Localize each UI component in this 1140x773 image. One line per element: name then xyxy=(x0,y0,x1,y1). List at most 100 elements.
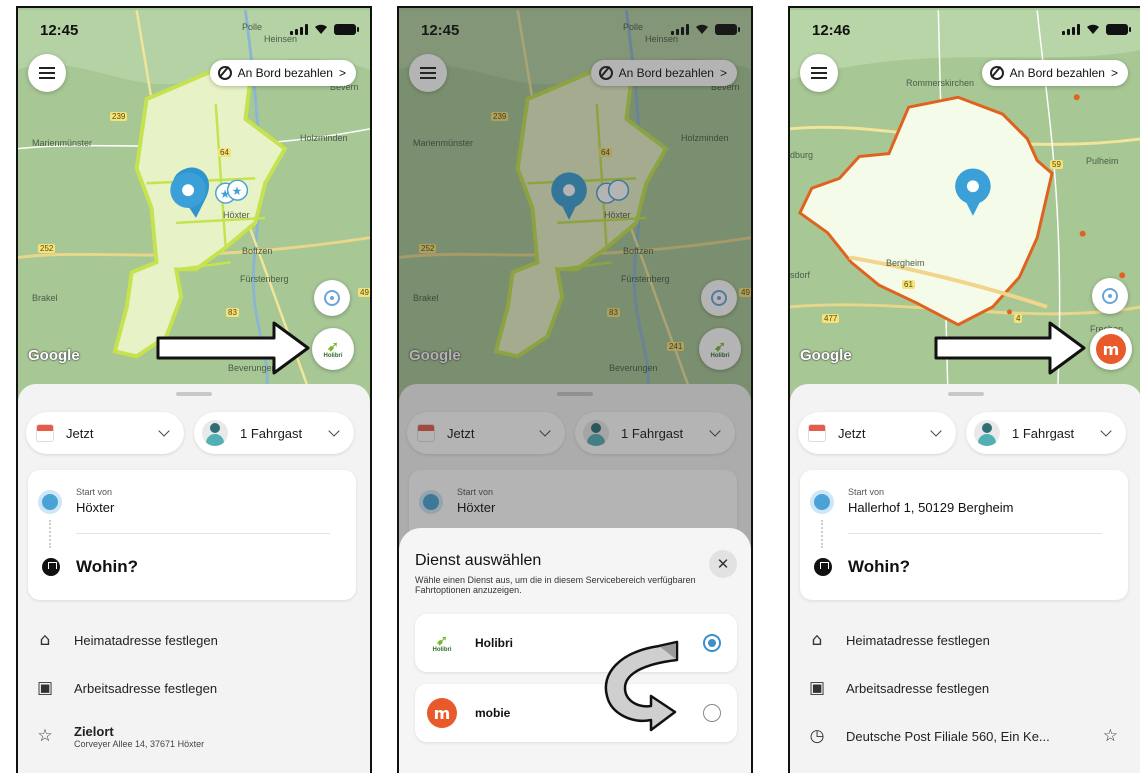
recent-destination[interactable]: ◷ Deutsche Post Filiale 560, Ein Ke... ☆ xyxy=(808,721,1128,751)
google-logo: Google xyxy=(28,347,80,364)
crosshair-icon xyxy=(324,290,340,306)
divider xyxy=(848,533,1102,534)
locate-me-button[interactable] xyxy=(1092,278,1128,314)
pay-onboard-button[interactable]: An Bord bezahlen > xyxy=(209,60,356,86)
row-label: Heimatadresse festlegen xyxy=(74,632,218,648)
dialog-description: Wähle einen Dienst aus, um die in diesem… xyxy=(415,575,696,596)
road-number: 239 xyxy=(110,112,128,121)
favorite-destination[interactable]: ☆ Zielort Corveyer Allee 14, 37671 Höxte… xyxy=(36,718,356,754)
road-number: 83 xyxy=(226,308,239,317)
start-caption: Start von xyxy=(76,487,113,497)
row-label: Arbeitsadresse festlegen xyxy=(846,680,990,696)
row-label: Deutsche Post Filiale 560, Ein Ke... xyxy=(846,728,1050,744)
status-bar: 12:45 xyxy=(40,22,359,42)
bottom-sheet: Jetzt 1 Fahrgast Start von Höxter Wohin?… xyxy=(18,384,370,773)
map-view[interactable]: Rommerskirchen Pulheim Bergheim Frechen … xyxy=(790,8,1140,408)
map-label: Boffzen xyxy=(242,246,273,256)
annotation-curved-arrow xyxy=(604,640,679,732)
status-time: 12:46 xyxy=(812,22,851,39)
home-icon: ⌂ xyxy=(811,630,823,650)
destination-field[interactable]: Wohin? xyxy=(848,557,910,577)
sheet-handle[interactable] xyxy=(948,392,984,396)
set-home-address[interactable]: ⌂ Heimatadresse festlegen xyxy=(808,625,1128,655)
bird-icon: ➹ xyxy=(327,338,339,354)
flag-icon xyxy=(814,558,832,576)
chevron-down-icon xyxy=(158,425,170,437)
when-selector[interactable]: Jetzt xyxy=(26,412,184,454)
passenger-selector[interactable]: 1 Fahrgast xyxy=(194,412,354,454)
bottom-sheet: Jetzt 1 Fahrgast Start von Hallerhof 1, … xyxy=(790,384,1140,773)
pay-label: An Bord bezahlen xyxy=(1009,66,1105,80)
close-icon: ✕ xyxy=(716,555,730,573)
clock-icon: ◷ xyxy=(809,726,825,746)
annotation-arrow xyxy=(934,321,1086,375)
battery-icon xyxy=(1106,24,1131,35)
screen-mobie-map: Rommerskirchen Pulheim Bergheim Frechen … xyxy=(788,6,1140,773)
row-label: Arbeitsadresse festlegen xyxy=(74,680,218,696)
map-label: Rommerskirchen xyxy=(906,78,975,88)
chevron-right-icon: > xyxy=(338,66,346,80)
chevron-down-icon xyxy=(328,425,340,437)
map-label: Holzminden xyxy=(300,133,348,143)
favorite-title: Zielort xyxy=(74,723,114,739)
road-number: 477 xyxy=(822,314,840,323)
holibri-logo: ➹ Holibri xyxy=(425,626,459,660)
crosshair-icon xyxy=(1102,288,1118,304)
briefcase-icon: ▣ xyxy=(808,678,826,698)
when-label: Jetzt xyxy=(838,425,866,441)
chevron-down-icon xyxy=(930,425,942,437)
passenger-selector[interactable]: 1 Fahrgast xyxy=(966,412,1126,454)
start-field[interactable]: Höxter xyxy=(76,500,114,515)
passenger-label: 1 Fahrgast xyxy=(1012,425,1075,441)
route-connector xyxy=(49,520,51,548)
google-logo: Google xyxy=(800,347,852,364)
sheet-handle[interactable] xyxy=(176,392,212,396)
menu-button[interactable] xyxy=(800,54,838,92)
mobie-logo-letter: m xyxy=(427,698,457,728)
pay-icon xyxy=(217,66,232,80)
road-number: 59 xyxy=(1050,160,1063,169)
hamburger-icon xyxy=(39,72,55,74)
menu-button[interactable] xyxy=(28,54,66,92)
service-picker-dialog: Dienst auswählen Wähle einen Dienst aus,… xyxy=(399,528,751,773)
close-button[interactable]: ✕ xyxy=(709,550,737,578)
map-label: Brakel xyxy=(32,293,58,303)
map-label: dburg xyxy=(790,150,814,160)
set-work-address[interactable]: ▣ Arbeitsadresse festlegen xyxy=(36,673,356,703)
locate-me-button[interactable] xyxy=(314,280,350,316)
service-select-button[interactable]: ➹ Holibri xyxy=(312,328,354,370)
signal-icon xyxy=(290,24,308,35)
pay-onboard-button[interactable]: An Bord bezahlen > xyxy=(981,60,1128,86)
mobie-logo: m xyxy=(1096,334,1126,364)
start-caption: Start von xyxy=(848,487,885,497)
passenger-label: 1 Fahrgast xyxy=(240,425,303,441)
passenger-icon xyxy=(974,420,1000,446)
row-label: Heimatadresse festlegen xyxy=(846,632,990,648)
calendar-icon xyxy=(36,424,54,442)
star-icon[interactable]: ☆ xyxy=(1103,726,1118,746)
chevron-down-icon xyxy=(1100,425,1112,437)
when-selector[interactable]: Jetzt xyxy=(798,412,956,454)
route-connector xyxy=(821,520,823,548)
star-icon: ☆ xyxy=(37,726,53,746)
screen-holibri-map: ★ ★ Polle Heinsen Bevern Holzminden Mari… xyxy=(16,6,372,773)
service-select-button[interactable]: m xyxy=(1090,328,1132,370)
destination-field[interactable]: Wohin? xyxy=(76,557,138,577)
svg-text:★: ★ xyxy=(232,184,243,198)
map-label: Höxter xyxy=(223,210,250,220)
start-location-icon xyxy=(810,490,834,514)
set-work-address[interactable]: ▣ Arbeitsadresse festlegen xyxy=(808,673,1128,703)
map-label: Fürstenberg xyxy=(240,274,289,284)
dialog-title: Dienst auswählen xyxy=(415,552,542,569)
map-view[interactable]: ★ ★ Polle Heinsen Bevern Holzminden Mari… xyxy=(18,8,370,408)
map-label: Bergheim xyxy=(886,258,925,268)
road-number: 252 xyxy=(38,244,56,253)
start-field[interactable]: Hallerhof 1, 50129 Bergheim xyxy=(848,500,1014,515)
route-card: Start von Höxter Wohin? xyxy=(28,470,356,600)
battery-icon xyxy=(334,24,359,35)
set-home-address[interactable]: ⌂ Heimatadresse festlegen xyxy=(36,625,356,655)
road-number: 61 xyxy=(902,280,915,289)
start-location-icon xyxy=(38,490,62,514)
passenger-icon xyxy=(202,420,228,446)
screen-service-picker: Polle Heinsen Bevern Holzminden Marienmü… xyxy=(397,6,753,773)
